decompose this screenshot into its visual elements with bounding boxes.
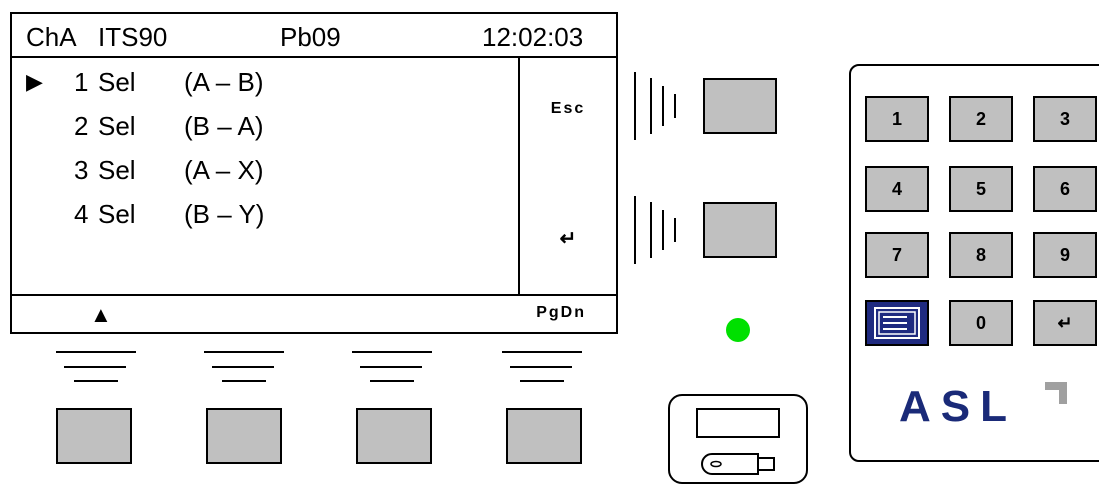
- probe-label: Pb09: [280, 22, 341, 52]
- key-2-button[interactable]: 2: [949, 96, 1013, 142]
- key-enter-button[interactable]: ↵: [1033, 300, 1097, 346]
- usb-port: [668, 394, 808, 484]
- menu-item-number: 1: [74, 67, 89, 97]
- softkey-2-button[interactable]: [206, 408, 282, 464]
- side-softkey-panel: Esc ↵: [520, 58, 616, 294]
- softkey-3-button[interactable]: [356, 408, 432, 464]
- softkey-bar: ▲ PgDn: [12, 294, 616, 332]
- menu-item-2[interactable]: 2 Sel (B – A): [12, 104, 512, 148]
- menu-item-number: 3: [74, 155, 89, 185]
- key-5-button[interactable]: 5: [949, 166, 1013, 212]
- clock-label: 12:02:03: [482, 22, 584, 52]
- key-6-button[interactable]: 6: [1033, 166, 1097, 212]
- usb-stick-icon: [701, 453, 775, 475]
- key-9-button[interactable]: 9: [1033, 232, 1097, 278]
- pgdn-softkey-label: PgDn: [536, 304, 586, 321]
- enter-icon: ↵: [559, 228, 577, 250]
- up-arrow-icon: ▲: [90, 302, 112, 327]
- menu-list: ▶ 1 Sel (A – B) 2 Sel (B – A) 3 Sel (A –…: [12, 58, 520, 294]
- menu-item-label: Sel: [98, 67, 136, 97]
- softkey-1-button[interactable]: [56, 408, 132, 464]
- key-8-button[interactable]: 8: [949, 232, 1013, 278]
- key-4-button[interactable]: 4: [865, 166, 929, 212]
- menu-item-label: Sel: [98, 199, 136, 229]
- menu-item-label: Sel: [98, 155, 136, 185]
- key-7-button[interactable]: 7: [865, 232, 929, 278]
- menu-item-range: (A – X): [184, 155, 264, 185]
- menu-icon: [874, 307, 920, 339]
- status-led-icon: [726, 318, 750, 342]
- enter-side-button[interactable]: [703, 202, 777, 258]
- asl-logo: ASL: [899, 382, 1017, 431]
- key-0-button[interactable]: 0: [949, 300, 1013, 346]
- esc-softkey-label: Esc: [550, 100, 586, 117]
- usb-slot: [696, 408, 780, 438]
- menu-item-label: Sel: [98, 111, 136, 141]
- menu-item-3[interactable]: 3 Sel (A – X): [12, 148, 512, 192]
- status-bar: ChA ITS90 Pb09 12:02:03: [12, 14, 616, 58]
- display-screen: ChA ITS90 Pb09 12:02:03 ▶ 1 Sel (A – B) …: [10, 12, 618, 334]
- menu-item-range: (B – Y): [184, 199, 265, 229]
- esc-side-button[interactable]: [703, 78, 777, 134]
- key-1-button[interactable]: 1: [865, 96, 929, 142]
- menu-item-range: (A – B): [184, 67, 264, 97]
- logo-corner-mark-icon: [1045, 382, 1067, 404]
- scale-label: ITS90: [98, 22, 168, 52]
- menu-item-1[interactable]: ▶ 1 Sel (A – B): [12, 60, 512, 104]
- key-3-button[interactable]: 3: [1033, 96, 1097, 142]
- softkey-4-button[interactable]: [506, 408, 582, 464]
- menu-key-button[interactable]: [865, 300, 929, 346]
- menu-item-number: 4: [74, 199, 89, 229]
- menu-item-number: 2: [74, 111, 89, 141]
- menu-item-range: (B – A): [184, 111, 264, 141]
- menu-item-4[interactable]: 4 Sel (B – Y): [12, 192, 512, 236]
- channel-label: ChA: [26, 22, 77, 52]
- numeric-keypad: 1 2 3 4 5 6 7 8 9 0 ↵ ASL: [849, 64, 1099, 462]
- cursor-arrow-icon: ▶: [26, 69, 43, 94]
